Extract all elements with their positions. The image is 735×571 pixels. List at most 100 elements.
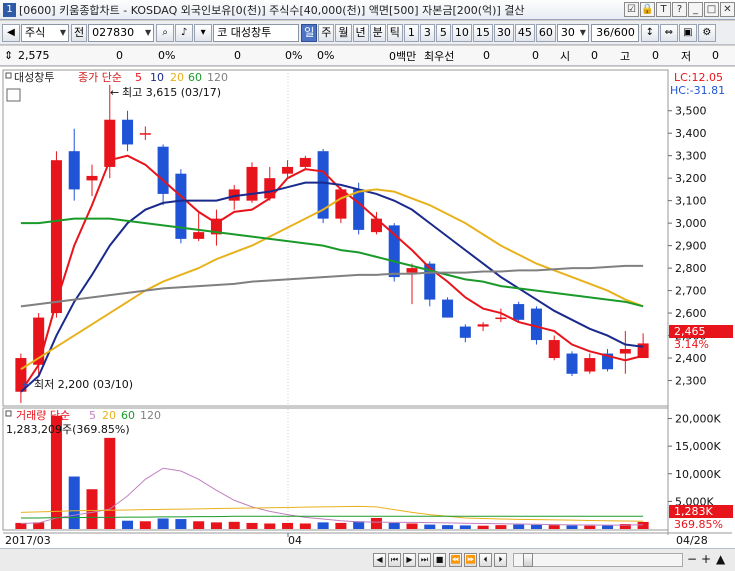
period-tick-button[interactable]: 틱 xyxy=(386,23,403,42)
interval-10-button[interactable]: 10 xyxy=(451,23,472,42)
volume-bar xyxy=(193,521,205,529)
stock-name-label: 대성창투 xyxy=(14,71,54,84)
settings-icon[interactable]: ⚙ xyxy=(697,23,716,42)
stock-code-input[interactable]: 027830 xyxy=(88,23,155,42)
volume-axis: 5,000K10,000K15,000K20,000K xyxy=(668,413,721,508)
bid-value: 0 xyxy=(483,49,490,62)
font-icon[interactable]: T xyxy=(656,2,671,17)
candle-body xyxy=(299,157,311,167)
save-icon[interactable]: ▣ xyxy=(678,23,697,42)
dropdown-icon[interactable]: ▾ xyxy=(194,23,213,42)
candle-body xyxy=(68,151,80,190)
change-pct: 0% xyxy=(158,49,176,62)
link-icon[interactable]: ☑ xyxy=(624,2,639,17)
step-back-icon[interactable]: ⏪ xyxy=(449,553,462,567)
stop-icon[interactable]: ■ xyxy=(433,553,446,567)
rate-value: 0% xyxy=(285,49,303,62)
price-tick-label: 3,400 xyxy=(675,127,707,140)
volume-bar xyxy=(264,523,276,529)
market-select[interactable]: 주식 xyxy=(21,23,69,42)
current-price-tag-label: 2,465 xyxy=(674,325,706,338)
ma10-legend: 10 xyxy=(150,71,164,84)
scroll-track[interactable] xyxy=(513,553,683,567)
candle-body xyxy=(619,349,631,354)
candle-body xyxy=(442,299,454,318)
interval-30-button[interactable]: 30 xyxy=(493,23,514,42)
lock-icon[interactable]: 🔒 xyxy=(640,2,655,17)
price-tick-label: 2,700 xyxy=(675,285,707,298)
candle-body xyxy=(139,133,151,135)
price-tick-label: 2,300 xyxy=(675,375,707,388)
forward-icon[interactable]: ⏵ xyxy=(494,553,507,567)
interval-45-button[interactable]: 45 xyxy=(514,23,535,42)
interval-60-button[interactable]: 60 xyxy=(535,23,556,42)
vol-ma5-legend: 5 xyxy=(89,409,96,422)
rate-value-2: 0% xyxy=(317,49,335,62)
close-button[interactable]: ✕ xyxy=(720,2,735,17)
period-day-button[interactable]: 일 xyxy=(301,23,318,42)
candle-body xyxy=(566,353,578,374)
stock-name-field[interactable]: 코 대성창투 xyxy=(213,23,300,42)
rewind-icon[interactable]: ⏴ xyxy=(479,553,492,567)
ma60-legend: 60 xyxy=(188,71,202,84)
help-icon[interactable]: ? xyxy=(672,2,687,17)
candle-body xyxy=(282,166,294,174)
candle-body xyxy=(459,326,471,338)
vol-ma120-legend: 120 xyxy=(140,409,161,422)
volume-bar xyxy=(566,525,578,529)
price-tick-label: 3,300 xyxy=(675,150,707,163)
expand-icon[interactable]: ⇕ xyxy=(4,49,13,62)
candle-body xyxy=(157,146,169,194)
volume-bar xyxy=(495,525,507,529)
volume-bar xyxy=(548,525,560,529)
spin-icon[interactable]: ↕ xyxy=(640,23,659,42)
volume-bar xyxy=(584,525,596,529)
volume-bar xyxy=(370,517,382,529)
scroll-up-icon[interactable]: ▲ xyxy=(716,552,725,566)
volume-bar xyxy=(335,522,347,529)
volume-bar xyxy=(246,522,258,529)
zoom-in-icon[interactable]: + xyxy=(701,552,711,566)
zoom-out-icon[interactable]: − xyxy=(687,552,697,566)
interval-1-button[interactable]: 1 xyxy=(403,23,419,42)
current-price: 2,575 xyxy=(18,49,50,62)
ma-legend-label: 종가 단순 xyxy=(78,71,122,84)
volume-bar xyxy=(228,521,240,529)
candle-body xyxy=(86,175,98,181)
count-field[interactable]: 36/600 xyxy=(590,23,639,42)
prev-button[interactable]: 전 xyxy=(71,23,88,42)
interval-15-button[interactable]: 15 xyxy=(472,23,493,42)
maximize-button[interactable]: □ xyxy=(704,2,719,17)
volume-current-pct: 369.85% xyxy=(674,518,723,531)
x-label-april: 04 xyxy=(288,534,302,547)
price-tick-label: 2,400 xyxy=(675,352,707,365)
interval-5-button[interactable]: 5 xyxy=(435,23,451,42)
scroll-left-button[interactable]: ◀ xyxy=(373,553,386,567)
change-value: 0 xyxy=(116,49,123,62)
search-icon[interactable]: ⌕ xyxy=(156,23,175,42)
candle-body xyxy=(193,232,205,239)
speaker-icon[interactable]: ♪ xyxy=(175,23,194,42)
interval-3-button[interactable]: 3 xyxy=(419,23,435,42)
period-minute-button[interactable]: 분 xyxy=(369,23,386,42)
scroll-thumb[interactable] xyxy=(523,553,533,567)
volume-bar xyxy=(530,524,542,529)
period-week-button[interactable]: 주 xyxy=(318,23,335,42)
last-page-icon[interactable]: ⏭ xyxy=(418,553,431,567)
window-title: [0600] 키움종합차트 - KOSDAQ 외국인보유[0(천)] 주식수[4… xyxy=(19,3,525,17)
step-forward-icon[interactable]: ⏩ xyxy=(464,553,477,567)
first-page-icon[interactable]: ⏮ xyxy=(388,553,401,567)
min-annotation-arrow: ← xyxy=(22,378,31,391)
chart-svg[interactable]: 2,3002,4002,5002,6002,7002,8002,9003,000… xyxy=(0,67,735,548)
low-value: 0 xyxy=(712,49,719,62)
fit-icon[interactable]: ⇔ xyxy=(659,23,678,42)
period-month-button[interactable]: 월 xyxy=(335,23,352,42)
chart-area[interactable]: 2,3002,4002,5002,6002,7002,8002,9003,000… xyxy=(0,67,735,548)
minimize-button[interactable]: _ xyxy=(688,2,703,17)
interval-select[interactable]: 30 xyxy=(556,23,589,42)
play-icon[interactable]: ▶ xyxy=(403,553,416,567)
vol-ma60-legend: 60 xyxy=(121,409,135,422)
sidebar-toggle-icon[interactable]: ◀ xyxy=(2,23,20,42)
period-year-button[interactable]: 년 xyxy=(352,23,369,42)
calendar-icon[interactable] xyxy=(6,88,21,102)
